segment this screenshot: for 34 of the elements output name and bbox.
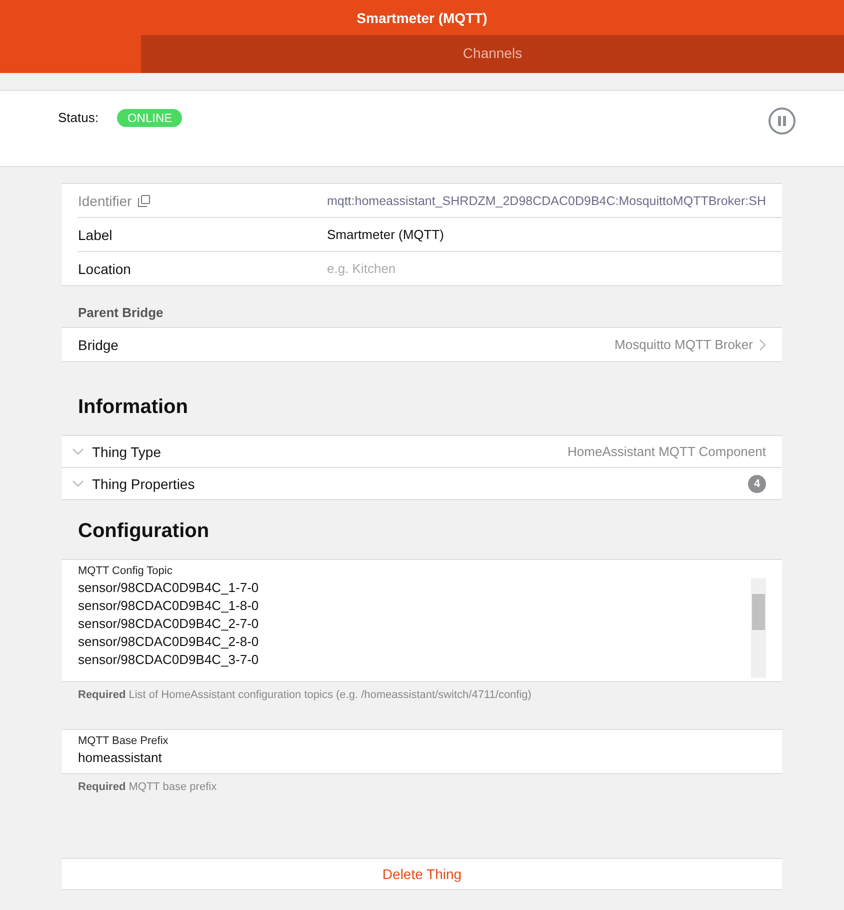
identifier-value: mqtt:homeassistant_SHRDZM_2D98CDAC0D9B4C:MosquittoMQTTBroker:SH [326, 194, 766, 208]
delete-button[interactable]: Delete Thing [62, 858, 782, 890]
config-field[interactable]: MQTT Config Topic sensor/98CDAC0D9B4C_1-7-0 sensor/98CDAC0D9B4C_1-8-0 sensor/98CDAC0D9B4C_2-7-0 sensor/98CDAC0D9B4C_2-8-0 sensor/98CDAC0D9B4C_3-7-0 [62, 559, 782, 682]
chevron-down-icon [72, 480, 84, 488]
row-label: Bridge [78, 336, 118, 352]
page-title: Smartmeter (MQTT) [356, 10, 488, 26]
section-heading: Parent Bridge [77, 304, 164, 322]
row-label: Identifier [78, 192, 132, 208]
scrollbar[interactable] [751, 578, 766, 678]
topic-line: sensor/98CDAC0D9B4C_3-7-0 [78, 651, 260, 669]
count-badge: 4 [748, 474, 766, 492]
help-text: Required List of HomeAssistant configuration topics (e.g. /homeassistant/switch/4711/config) [77, 688, 532, 703]
config-field[interactable]: MQTT Base Prefix homeassistant [62, 729, 782, 774]
copy-icon[interactable] [138, 194, 150, 206]
topic-line: sensor/98CDAC0D9B4C_2-7-0 [78, 615, 260, 633]
status-badge: ONLINE [117, 109, 182, 127]
help-text: Required MQTT base prefix [77, 780, 218, 795]
bridge-link[interactable]: Mosquitto MQTT Broker [614, 337, 753, 352]
section-heading: Configuration [77, 519, 210, 544]
chevron-down-icon [72, 448, 84, 456]
chevron-right-icon [759, 338, 766, 350]
status-label: Status: [58, 110, 98, 125]
accordion-title[interactable]: Thing Type [92, 444, 162, 460]
topic-line: sensor/98CDAC0D9B4C_1-7-0 [78, 579, 260, 597]
accordion-value: HomeAssistant MQTT Component [568, 444, 766, 459]
accordion-title[interactable]: Thing Properties [92, 476, 195, 492]
topic-line: sensor/98CDAC0D9B4C_2-8-0 [78, 633, 260, 651]
topic-line: sensor/98CDAC0D9B4C_1-8-0 [78, 597, 260, 615]
field-label: MQTT Base Prefix [78, 735, 170, 747]
row-label: Label [78, 226, 112, 242]
field-label: MQTT Config Topic [78, 565, 174, 577]
section-heading: Information [77, 395, 189, 420]
pause-icon[interactable] [768, 107, 796, 135]
row-label: Location [78, 260, 131, 276]
